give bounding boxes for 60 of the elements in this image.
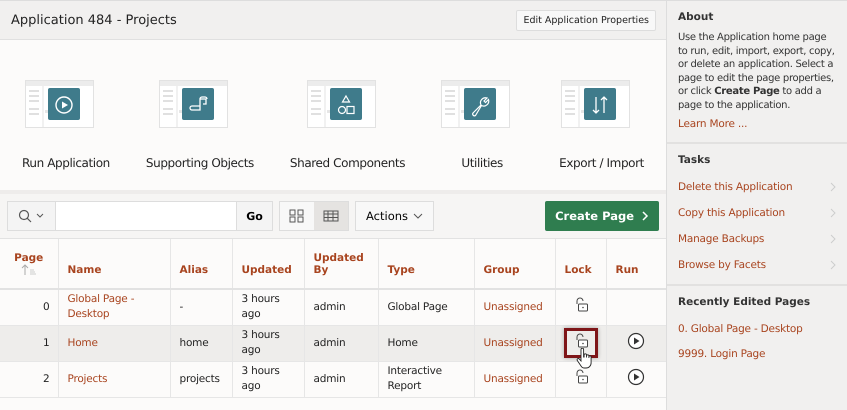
column-header[interactable]: Page [14, 252, 44, 264]
view-toggle-button[interactable] [280, 202, 314, 230]
section-heading: Recently Edited Pages [678, 296, 812, 308]
table-cell-text: admin [314, 336, 346, 350]
chevron-right-icon [830, 208, 836, 218]
page-number: 2 [42, 372, 50, 386]
about-text: Use the Application home page to run, edit, import, export, copy, or delete an application. Select a page to edit the page properties, or click Create Page to add a page to the application. [678, 31, 836, 112]
run-icon[interactable] [627, 368, 646, 386]
create-page-button[interactable]: Create Page [545, 201, 659, 231]
tile-label[interactable]: Run Application [22, 156, 110, 170]
tile-label[interactable]: Supporting Objects [146, 156, 254, 170]
table-cell-text: 3 hours ago [242, 292, 281, 322]
column-header[interactable]: Updated [242, 264, 292, 276]
table-cell-text: Global Page [388, 300, 449, 315]
task-link[interactable]: Copy this Application [678, 200, 836, 226]
table-icon [323, 209, 339, 223]
page-title: Application 484 - Projects [11, 12, 177, 28]
recent-page-link[interactable]: 0. Global Page - Desktop [678, 316, 836, 341]
column-header[interactable]: Type [388, 264, 415, 276]
table-cell-text: Interactive Report [388, 364, 443, 394]
chevron-right-icon [830, 234, 836, 244]
page-number: 1 [42, 336, 50, 350]
page-name-link[interactable]: Projects [68, 372, 164, 386]
recent-page-link[interactable]: 9999. Login Page [678, 341, 836, 366]
chevron-right-icon [830, 260, 836, 270]
view-toggle-button[interactable] [314, 202, 348, 230]
table-cell-text: projects [180, 372, 221, 386]
table-cell-text: admin [314, 300, 346, 315]
column-header[interactable]: Alias [180, 264, 208, 276]
column-header[interactable]: Lock [564, 264, 592, 276]
column-header[interactable]: Name [68, 264, 102, 276]
page-name-link[interactable]: Global Page - Desktop [68, 292, 164, 322]
group-link[interactable]: Unassigned [484, 372, 550, 386]
table-cell-text: 3 hours ago [242, 364, 281, 394]
column-header[interactable]: Run [616, 264, 639, 276]
section-heading: Tasks [678, 154, 712, 166]
run-icon[interactable] [627, 332, 646, 350]
edit-properties-button[interactable]: Edit Application Properties [516, 10, 656, 30]
task-link[interactable]: Delete this Application [678, 174, 836, 200]
task-link[interactable]: Browse by Facets [678, 252, 836, 278]
column-header[interactable]: Updated By [314, 252, 372, 276]
table-cell-text: admin [314, 372, 346, 386]
tile-label[interactable]: Utilities [461, 156, 503, 170]
group-link[interactable]: Unassigned [484, 300, 550, 315]
page-number: 0 [42, 300, 50, 315]
chevron-right-icon [830, 182, 836, 192]
task-link[interactable]: Manage Backups [678, 226, 836, 252]
actions-menu-button[interactable]: Actions [355, 201, 434, 231]
chevron-down-icon [413, 212, 424, 220]
grid-icon [289, 209, 305, 223]
table-cell-text: 3 hours ago [242, 328, 281, 358]
tile-label[interactable]: Export / Import [559, 156, 644, 170]
table-cell-text: Home [388, 336, 419, 350]
column-header[interactable]: Group [484, 264, 520, 276]
tile-label[interactable]: Shared Components [290, 156, 406, 170]
table-cell-text: - [180, 300, 184, 315]
section-heading: About [678, 11, 714, 23]
table-cell-text: home [180, 336, 210, 350]
chevron-right-icon [641, 211, 649, 221]
learn-more-link[interactable]: Learn More ... [678, 118, 836, 130]
